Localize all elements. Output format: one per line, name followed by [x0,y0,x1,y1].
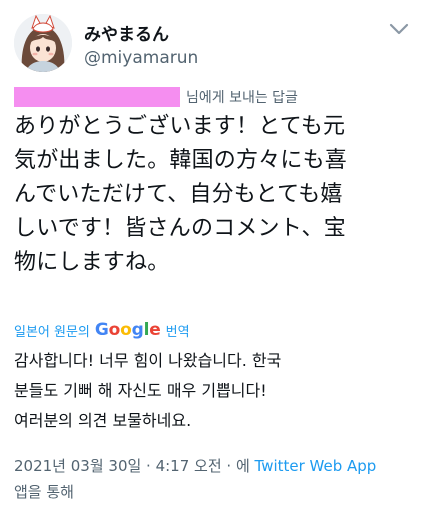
translation-suffix[interactable]: 번역 [166,321,190,340]
google-logo-letter: G [94,320,109,340]
tweet-text: ありがとうございます！とても元 気が出ました。韓国の方々にも喜 んでいただけて、… [14,110,416,280]
tweet-text-line: しいです！皆さんのコメント、宝 [14,216,346,241]
translated-text-line: 분들도 기뻐 해 자신도 매우 기쁩니다! [14,381,267,400]
reply-context: 님에게 보내는 답글 [14,86,298,108]
translated-text-line: 여러분의 의견 보물하네요. [14,411,192,430]
avatar-illustration [14,14,72,72]
translation-attribution[interactable]: 일본어 원문의 Google 번역 [14,320,190,340]
translation-prefix[interactable]: 일본어 원문의 [14,321,90,340]
google-logo-letter: o [108,320,121,340]
translated-text: 감사합니다! 너무 힘이 나왔습니다. 한국 분들도 기뻐 해 자신도 매우 기… [14,346,414,436]
tweet-text-line: 気が出ました。韓国の方々にも喜 [14,148,348,173]
source-app-link[interactable]: Twitter Web App [255,457,377,475]
avatar[interactable] [14,14,72,72]
translated-text-line: 감사합니다! 너무 힘이 나왔습니다. 한국 [14,351,282,370]
tweet-header: みやまるん @miyamarun [14,8,414,78]
tweet-text-line: んでいただけて、自分もとても嬉 [14,182,343,207]
source-suffix: 앱을 통해 [14,483,74,501]
user-handle[interactable]: @miyamarun [84,48,198,68]
google-logo: Google [95,320,161,340]
more-vertical-icon[interactable] [386,18,412,40]
tweet-text-line: ありがとうございます！とても元 [14,114,346,139]
tweet-text-line: 物にしますね。 [14,250,170,275]
redacted-username [14,87,180,107]
google-logo-letter: e [149,320,161,340]
google-logo-letter: g [131,320,144,340]
display-name[interactable]: みやまるん [84,20,169,45]
reply-to-label: 님에게 보내는 답글 [186,90,298,106]
timestamp[interactable]: 2021년 03월 30일 · 4:17 오전 · 에 [14,457,255,475]
tweet-metadata: 2021년 03월 30일 · 4:17 오전 · 에 Twitter Web … [14,453,416,505]
google-logo-letter: o [120,320,132,340]
